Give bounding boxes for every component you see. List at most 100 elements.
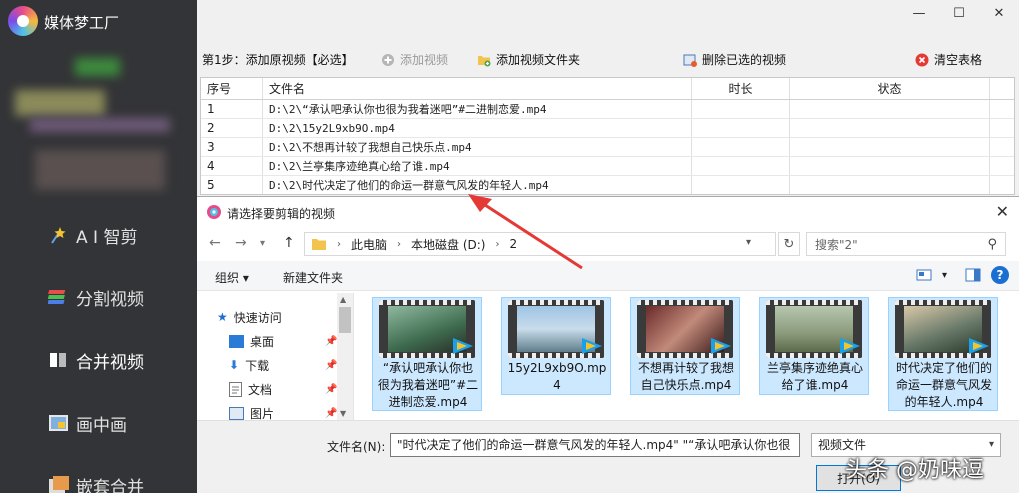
sidebar-item-nested-merge[interactable]: 嵌套合并 [48, 470, 144, 493]
address-bar[interactable]: › 此电脑 › 本地磁盘 (D:) › 2 ▾ [304, 232, 776, 256]
add-folder-button[interactable]: 添加视频文件夹 [477, 51, 580, 68]
new-folder-button[interactable]: 新建文件夹 [283, 269, 343, 286]
chevron-down-icon[interactable]: ▾ [260, 238, 265, 249]
file-tile[interactable]: 时代决定了他们的命运一群意气风发的年轻人.mp4 [888, 297, 998, 411]
nav-quick-access[interactable]: ★ 快速访问 [217, 307, 282, 327]
filetype-value: 视频文件 [818, 438, 867, 452]
add-video-button[interactable]: 添加视频 [381, 51, 448, 68]
search-input[interactable]: 搜索"2" ⚲ [806, 232, 1006, 256]
table-row[interactable]: 4 D:\2\兰亭集序迹绝真心给了谁.mp4 [201, 157, 1014, 176]
folder-add-icon [478, 55, 491, 66]
column-header-index[interactable]: 序号 [201, 78, 263, 99]
cell-duration [692, 100, 790, 118]
blurred-region [15, 90, 105, 116]
chevron-down-icon[interactable]: ▾ [746, 237, 751, 248]
preview-pane-icon[interactable] [965, 268, 981, 282]
refresh-button[interactable]: ↻ [778, 232, 800, 256]
file-tile[interactable]: 不想再计较了我想自己快乐点.mp4 [630, 297, 740, 395]
filename-input[interactable]: "时代决定了他们的命运一群意气风发的年轻人.mp4" "“承认吧承认你也很 [390, 433, 800, 457]
nav-scrollbar[interactable]: ▲ ▼ [337, 293, 353, 420]
dialog-close-button[interactable]: ✕ [996, 202, 1009, 221]
pin-icon[interactable]: 📌 [325, 408, 337, 419]
app-logo-icon [207, 205, 221, 219]
breadcrumb-local-disk[interactable]: 本地磁盘 (D:) [411, 236, 485, 253]
organize-button[interactable]: 组织 ▾ [215, 269, 249, 286]
sidebar: 媒体梦工厂 A I 智剪 分割视频 合并视频 画中画 嵌套合并 [0, 0, 197, 493]
cell-status [790, 138, 990, 156]
clear-table-button[interactable]: 清空表格 [915, 51, 982, 68]
table-row[interactable]: 2 D:\2\15y2L9xb9O.mp4 [201, 119, 1014, 138]
file-tile[interactable]: 兰亭集序迹绝真心给了谁.mp4 [759, 297, 869, 395]
file-tile[interactable]: 15y2L9xb9O.mp4 [501, 297, 611, 395]
nav-label: 图片 [250, 406, 275, 421]
add-video-label: 添加视频 [400, 53, 449, 67]
back-arrow-icon[interactable]: ← [209, 235, 221, 251]
pin-icon[interactable]: 📌 [325, 360, 337, 371]
nav-label: 快速访问 [233, 310, 282, 325]
file-name: 兰亭集序迹绝真心给了谁.mp4 [766, 361, 863, 392]
file-tile[interactable]: “承认吧承认你也很为我着迷吧”#二进制恋爱.mp4 [372, 297, 482, 411]
dialog-commandbar: 组织 ▾ 新建文件夹 ▾ ? [197, 261, 1019, 291]
desktop-icon [229, 334, 244, 348]
nav-documents[interactable]: 文档 📌 [229, 379, 337, 399]
column-header-status[interactable]: 状态 [790, 78, 990, 99]
document-icon [229, 381, 242, 397]
cell-filename: D:\2\不想再计较了我想自己快乐点.mp4 [263, 138, 692, 156]
scroll-down-icon[interactable]: ▼ [340, 409, 346, 418]
breadcrumb-separator: › [495, 238, 500, 250]
cell-duration [692, 157, 790, 175]
cell-duration [692, 119, 790, 137]
breadcrumb-this-pc[interactable]: 此电脑 [351, 236, 387, 253]
help-icon[interactable]: ? [991, 266, 1009, 284]
scroll-up-icon[interactable]: ▲ [340, 295, 346, 304]
dialog-navbar: ← → ▾ ↑ › 此电脑 › 本地磁盘 (D:) › 2 ▾ ↻ 搜索"2" … [197, 229, 1019, 259]
download-arrow-icon: ⬇ [229, 358, 240, 372]
cell-status [790, 100, 990, 118]
cell-status [790, 176, 990, 194]
nav-downloads[interactable]: ⬇ 下载 📌 [229, 355, 337, 375]
nav-label: 下载 [245, 358, 270, 373]
file-name: 不想再计较了我想自己快乐点.mp4 [637, 361, 734, 392]
toolbar: 第1步：添加原视频【必选】 添加视频 添加视频文件夹 删除已选的视频 清空表格 [197, 46, 1019, 72]
column-header-duration[interactable]: 时长 [692, 78, 790, 99]
merge-icon [50, 353, 66, 367]
ai-star-icon [51, 227, 66, 244]
search-placeholder: 搜索"2" [815, 237, 858, 252]
close-button[interactable]: ✕ [979, 0, 1019, 26]
add-folder-label: 添加视频文件夹 [496, 53, 581, 67]
blurred-region [35, 150, 165, 190]
pin-icon[interactable]: 📌 [325, 336, 337, 347]
sidebar-item-merge-video[interactable]: 合并视频 [48, 345, 144, 375]
chevron-down-icon[interactable]: ▾ [942, 270, 947, 281]
sidebar-item-picture-in-picture[interactable]: 画中画 [48, 408, 127, 438]
up-arrow-icon[interactable]: ↑ [283, 235, 295, 251]
nav-desktop[interactable]: 桌面 📌 [229, 331, 337, 351]
layers-icon [48, 290, 66, 304]
maximize-button[interactable]: ☐ [939, 0, 979, 26]
sidebar-item-split-video[interactable]: 分割视频 [48, 282, 144, 312]
table-row[interactable]: 1 D:\2\“承认吧承认你也很为我着迷吧”#二进制恋爱.mp4 [201, 100, 1014, 119]
navigation-pane: ★ 快速访问 桌面 📌 ⬇ 下载 📌 文档 📌 图片 📌 ▲ ▼ [197, 293, 354, 420]
view-options-icon[interactable] [916, 268, 932, 282]
breadcrumb-folder[interactable]: 2 [509, 237, 517, 251]
sidebar-item-label: 分割视频 [76, 289, 144, 310]
sidebar-item-ai-edit[interactable]: A I 智剪 [48, 220, 137, 250]
column-header-filename[interactable]: 文件名 [263, 78, 692, 99]
pin-icon[interactable]: 📌 [325, 384, 337, 395]
delete-selected-button[interactable]: 删除已选的视频 [683, 51, 786, 68]
forward-arrow-icon[interactable]: → [235, 235, 247, 251]
cell-duration [692, 176, 790, 194]
scroll-thumb[interactable] [339, 307, 351, 333]
cell-filename: D:\2\时代决定了他们的命运一群意气风发的年轻人.mp4 [263, 176, 692, 194]
watermark: 头条 @奶味逗 [845, 458, 984, 483]
video-play-icon [453, 338, 473, 354]
cell-status [790, 157, 990, 175]
table-row[interactable]: 5 D:\2\时代决定了他们的命运一群意气风发的年轻人.mp4 [201, 176, 1014, 194]
dialog-titlebar: 请选择要剪辑的视频 ✕ [197, 197, 1019, 227]
table-row[interactable]: 3 D:\2\不想再计较了我想自己快乐点.mp4 [201, 138, 1014, 157]
file-grid: “承认吧承认你也很为我着迷吧”#二进制恋爱.mp4 15y2L9xb9O.mp4… [357, 293, 1019, 420]
picture-in-picture-icon [49, 415, 68, 431]
nav-pictures[interactable]: 图片 📌 [229, 403, 337, 421]
minimize-button[interactable]: — [899, 0, 939, 26]
step-label: 第1步：添加原视频【必选】 [202, 53, 354, 67]
